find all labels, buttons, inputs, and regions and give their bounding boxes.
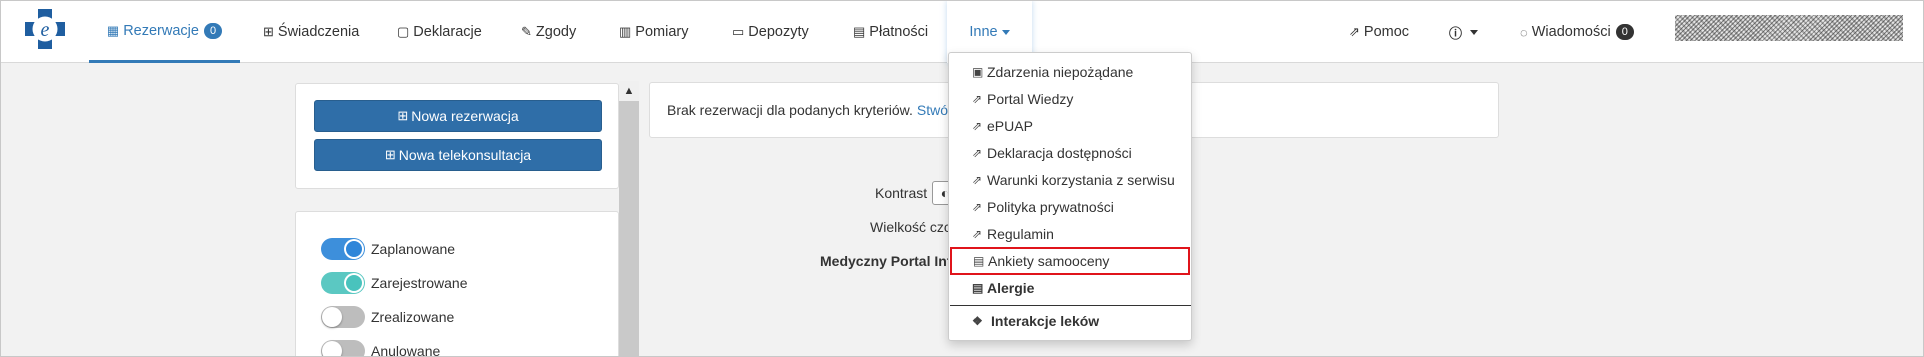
nav-inne-label: Inne	[969, 24, 998, 40]
external-link-icon: ⇗	[972, 92, 983, 106]
nav-deklaracje[interactable]: ▢ Deklaracje	[397, 1, 482, 63]
user-name-redacted[interactable]	[1675, 15, 1903, 41]
nav-pomiary-label: Pomiary	[635, 24, 689, 40]
nav-pomoc[interactable]: ⇗ Pomoc	[1349, 1, 1409, 63]
scroll-up-icon[interactable]: ▲	[619, 81, 639, 101]
menu-item-regulamin[interactable]: ⇗ Regulamin	[949, 221, 1191, 247]
menu-divider	[950, 305, 1191, 306]
folder-icon: ▭	[732, 24, 745, 39]
menu-item-interakcje-lekow[interactable]: ❖ Interakcje leków	[949, 308, 1191, 334]
app-window: e ▦ Rezerwacje 0 ⊞ Świadczenia ▢ Deklara…	[0, 0, 1924, 357]
filter-zaplanowane[interactable]: Zaplanowane	[321, 236, 455, 262]
nav-swiadczenia-label: Świadczenia	[277, 24, 360, 40]
menu-item-label: Interakcje leków	[991, 313, 1100, 329]
nav-info-dropdown[interactable]: ⓘ	[1449, 1, 1479, 63]
caret-down-icon	[1001, 29, 1010, 35]
new-reservation-label: Nowa rezerwacja	[411, 108, 519, 124]
reservation-actions-panel: ⊞ Nowa rezerwacja ⊞ Nowa telekonsultacja	[295, 83, 619, 189]
new-teleconsultation-button[interactable]: ⊞ Nowa telekonsultacja	[314, 139, 602, 171]
edit-icon: ✎	[521, 24, 532, 39]
external-link-icon: ⇗	[972, 200, 983, 214]
left-panel-scrollbar[interactable]: ▲	[619, 81, 639, 356]
menu-item-label: ePUAP	[987, 118, 1033, 134]
menu-item-ankiety-samooceny[interactable]: ▤ Ankiety samooceny	[950, 247, 1190, 275]
menu-item-zdarzenia[interactable]: ▣ Zdarzenia niepożądane	[949, 59, 1191, 85]
menu-item-deklaracja-dostepnosci[interactable]: ⇗ Deklaracja dostępności	[949, 140, 1191, 166]
menu-item-label: Deklaracja dostępności	[987, 145, 1132, 161]
menu-item-label: Ankiety samooceny	[988, 253, 1110, 269]
nav-platnosci[interactable]: ▤ Płatności	[853, 1, 928, 63]
nav-wiadomosci[interactable]: ◌ Wiadomości 0	[1520, 1, 1634, 63]
external-link-icon: ⇗	[972, 119, 983, 133]
filter-zarejestrowane[interactable]: Zarejestrowane	[321, 270, 468, 296]
nav-depozyty-label: Depozyty	[748, 24, 809, 40]
file-icon: ▢	[397, 24, 410, 39]
menu-item-label: Portal Wiedzy	[987, 91, 1074, 107]
menu-item-label: Zdarzenia niepożądane	[987, 64, 1134, 80]
messages-count-badge: 0	[1615, 24, 1634, 40]
menu-item-label: Regulamin	[987, 226, 1054, 242]
info-circle-icon: ⓘ	[1449, 25, 1463, 41]
filter-label: Anulowane	[371, 343, 441, 357]
menu-item-label: Warunki korzystania z serwisu	[987, 172, 1175, 188]
rezerwacje-count-badge: 0	[203, 22, 223, 39]
toggle-switch[interactable]	[321, 238, 365, 260]
new-teleconsultation-label: Nowa telekonsultacja	[398, 147, 532, 163]
no-reservations-text: Brak rezerwacji dla podanych kryteriów.	[667, 102, 913, 118]
menu-item-portal-wiedzy[interactable]: ⇗ Portal Wiedzy	[949, 86, 1191, 112]
nav-wiadomosci-label: Wiadomości	[1531, 24, 1611, 40]
nav-rezerwacje[interactable]: ▦ Rezerwacje 0	[89, 1, 240, 63]
calendar-icon: ▦	[106, 22, 120, 38]
svg-text:e: e	[41, 19, 50, 41]
nav-swiadczenia[interactable]: ⊞ Świadczenia	[263, 1, 359, 63]
menu-item-alergie[interactable]: ▤ Alergie	[949, 275, 1191, 301]
font-size-label: Wielkość czci	[870, 219, 955, 235]
menu-item-label: Polityka prywatności	[987, 199, 1114, 215]
external-link-icon: ⇗	[1349, 24, 1360, 39]
nav-depozyty[interactable]: ▭ Depozyty	[732, 1, 809, 63]
document-icon: ▤	[973, 254, 985, 268]
app-logo[interactable]: e	[23, 7, 67, 51]
calendar-plus-icon: ⊞	[397, 108, 409, 123]
caret-down-icon	[1470, 29, 1479, 35]
nav-rezerwacje-label: Rezerwacje	[123, 22, 199, 39]
status-filters-panel: Zaplanowane Zarejestrowane Zrealizowane …	[295, 211, 619, 357]
menu-item-epuap[interactable]: ⇗ ePUAP	[949, 113, 1191, 139]
filter-label: Zarejestrowane	[371, 275, 468, 291]
filter-zrealizowane[interactable]: Zrealizowane	[321, 304, 454, 330]
menu-item-warunki[interactable]: ⇗ Warunki korzystania z serwisu	[949, 167, 1191, 193]
nav-platnosci-label: Płatności	[869, 24, 929, 40]
menu-item-polityka[interactable]: ⇗ Polityka prywatności	[949, 194, 1191, 220]
calendar-plus-icon: ⊞	[384, 147, 396, 162]
comments-icon: ◌	[1520, 24, 1528, 40]
external-link-icon: ⇗	[972, 227, 983, 241]
document-icon: ▤	[972, 281, 984, 295]
filter-label: Zrealizowane	[371, 309, 455, 325]
portal-info-label: Medyczny Portal Info	[820, 253, 961, 269]
external-link-icon: ⇗	[972, 173, 983, 187]
new-reservation-button[interactable]: ⊞ Nowa rezerwacja	[314, 100, 602, 132]
nav-pomoc-label: Pomoc	[1363, 24, 1410, 40]
nav-pomiary[interactable]: ▥ Pomiary	[619, 1, 688, 63]
nav-zgody[interactable]: ✎ Zgody	[521, 1, 576, 63]
bar-chart-icon: ▥	[619, 24, 632, 39]
pills-icon: ❖	[972, 314, 983, 328]
toggle-switch[interactable]	[321, 272, 365, 294]
external-link-icon: ⇗	[972, 146, 983, 160]
filter-anulowane[interactable]: Anulowane	[321, 338, 441, 357]
menu-item-label: Alergie	[987, 280, 1035, 296]
credit-card-icon: ▤	[853, 24, 866, 39]
filter-label: Zaplanowane	[371, 241, 456, 257]
nav-deklaracje-label: Deklaracje	[413, 24, 482, 40]
nav-zgody-label: Zgody	[535, 24, 577, 40]
contrast-label: Kontrast	[875, 185, 928, 201]
toggle-switch[interactable]	[321, 306, 365, 328]
inne-dropdown-menu: ▣ Zdarzenia niepożądane ⇗ Portal Wiedzy …	[948, 52, 1192, 341]
medkit-icon: ⊞	[263, 24, 274, 39]
clipboard-icon: ▣	[972, 65, 984, 79]
toggle-switch[interactable]	[321, 340, 365, 356]
